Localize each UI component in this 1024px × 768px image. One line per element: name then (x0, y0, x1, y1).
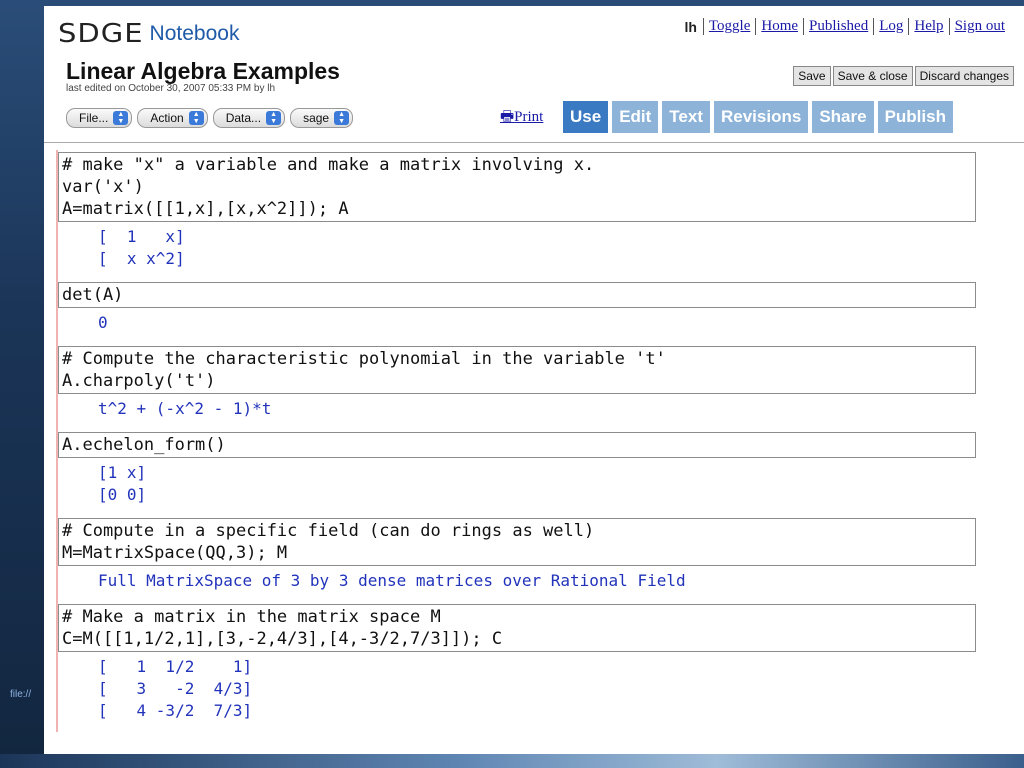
file-link[interactable]: file:// (10, 689, 31, 700)
system-select[interactable]: sage ▲ ▼ (290, 108, 354, 128)
cell-input[interactable]: # make "x" a variable and make a matrix … (58, 152, 976, 222)
logo-area: SDGE Notebook (58, 14, 239, 48)
cell-output: [ 1 x] [ x x^2] (98, 227, 185, 268)
header-divider (44, 142, 1024, 143)
system-select-label: sage (303, 111, 330, 125)
worksheet-tabs: Use Edit Text Revisions Share Publish (563, 101, 957, 133)
print-link[interactable]: 🖶Print (500, 106, 543, 131)
updown-arrow-icon: ▲ ▼ (334, 111, 350, 125)
save-close-button[interactable]: Save & close (832, 66, 913, 86)
cell: det(A) 0 (56, 280, 1024, 344)
file-select[interactable]: File... ▲ ▼ (66, 108, 133, 128)
log-link[interactable]: Log (873, 18, 908, 35)
tab-publish[interactable]: Publish (877, 101, 953, 133)
tab-use[interactable]: Use (563, 101, 609, 133)
cell-input[interactable]: A.echelon_form() (58, 432, 976, 458)
action-select-label: Action (150, 111, 184, 125)
updown-arrow-icon: ▲ ▼ (266, 111, 282, 125)
published-link[interactable]: Published (803, 18, 873, 35)
cell-output: 0 (98, 313, 108, 332)
data-select[interactable]: Data... ▲ ▼ (212, 108, 286, 128)
menu-selects: File... ▲ ▼ Action ▲ ▼ Data... ▲ ▼ sage ▲ ▼ (66, 108, 358, 128)
updown-arrow-icon: ▲ ▼ (188, 111, 204, 125)
username: lh (684, 18, 697, 35)
cell-output: [1 x] [0 0] (98, 463, 147, 504)
cell-output: t^2 + (-x^2 - 1)*t (98, 399, 272, 418)
cell: A.echelon_form() [1 x] [0 0] (56, 430, 1024, 516)
tab-share[interactable]: Share (812, 101, 874, 133)
updown-arrow-icon: ▲ ▼ (113, 111, 129, 125)
file-select-label: File... (79, 111, 109, 125)
cell-input[interactable]: det(A) (58, 282, 976, 308)
discard-changes-button[interactable]: Discard changes (914, 66, 1014, 86)
notebook-window: SDGE Notebook lh Toggle Home Published L… (44, 6, 1024, 754)
cell: # Compute the characteristic polynomial … (56, 344, 1024, 430)
cell-input[interactable]: # Compute the characteristic polynomial … (58, 346, 976, 394)
desktop-bottom-band (0, 754, 1024, 768)
worksheet-actions: Save Save & close Discard changes (791, 66, 1014, 86)
cell-input[interactable]: # Make a matrix in the matrix space M C=… (58, 604, 976, 652)
cell: # make "x" a variable and make a matrix … (56, 150, 1024, 280)
cells-container: # make "x" a variable and make a matrix … (44, 150, 1024, 732)
data-select-label: Data... (225, 111, 262, 125)
cell-output: [ 1 1/2 1] [ 3 -2 4/3] [ 4 -3/2 7/3] (98, 657, 253, 720)
toggle-link[interactable]: Toggle (702, 18, 755, 35)
sign-out-link[interactable]: Sign out (948, 18, 1010, 35)
cell-input[interactable]: # Compute in a specific field (can do ri… (58, 518, 976, 566)
sage-logo[interactable]: SDGE (58, 20, 144, 47)
cell-output: Full MatrixSpace of 3 by 3 dense matrice… (98, 571, 686, 590)
print-label: Print (514, 109, 544, 125)
tab-revisions[interactable]: Revisions (714, 101, 809, 133)
tab-edit[interactable]: Edit (612, 101, 659, 133)
tab-text[interactable]: Text (662, 101, 710, 133)
action-select[interactable]: Action ▲ ▼ (137, 108, 208, 128)
top-nav: lh Toggle Home Published Log Help Sign o… (684, 18, 1010, 35)
help-link[interactable]: Help (908, 18, 948, 35)
printer-icon: 🖶 (500, 109, 515, 125)
worksheet-title[interactable]: Linear Algebra Examples (66, 58, 340, 85)
cell: # Compute in a specific field (can do ri… (56, 516, 1024, 602)
cell: # Make a matrix in the matrix space M C=… (56, 602, 1024, 732)
notebook-label: Notebook (149, 22, 240, 45)
home-link[interactable]: Home (755, 18, 803, 35)
last-edited: last edited on October 30, 2007 05:33 PM… (66, 83, 276, 94)
save-button[interactable]: Save (793, 66, 831, 86)
